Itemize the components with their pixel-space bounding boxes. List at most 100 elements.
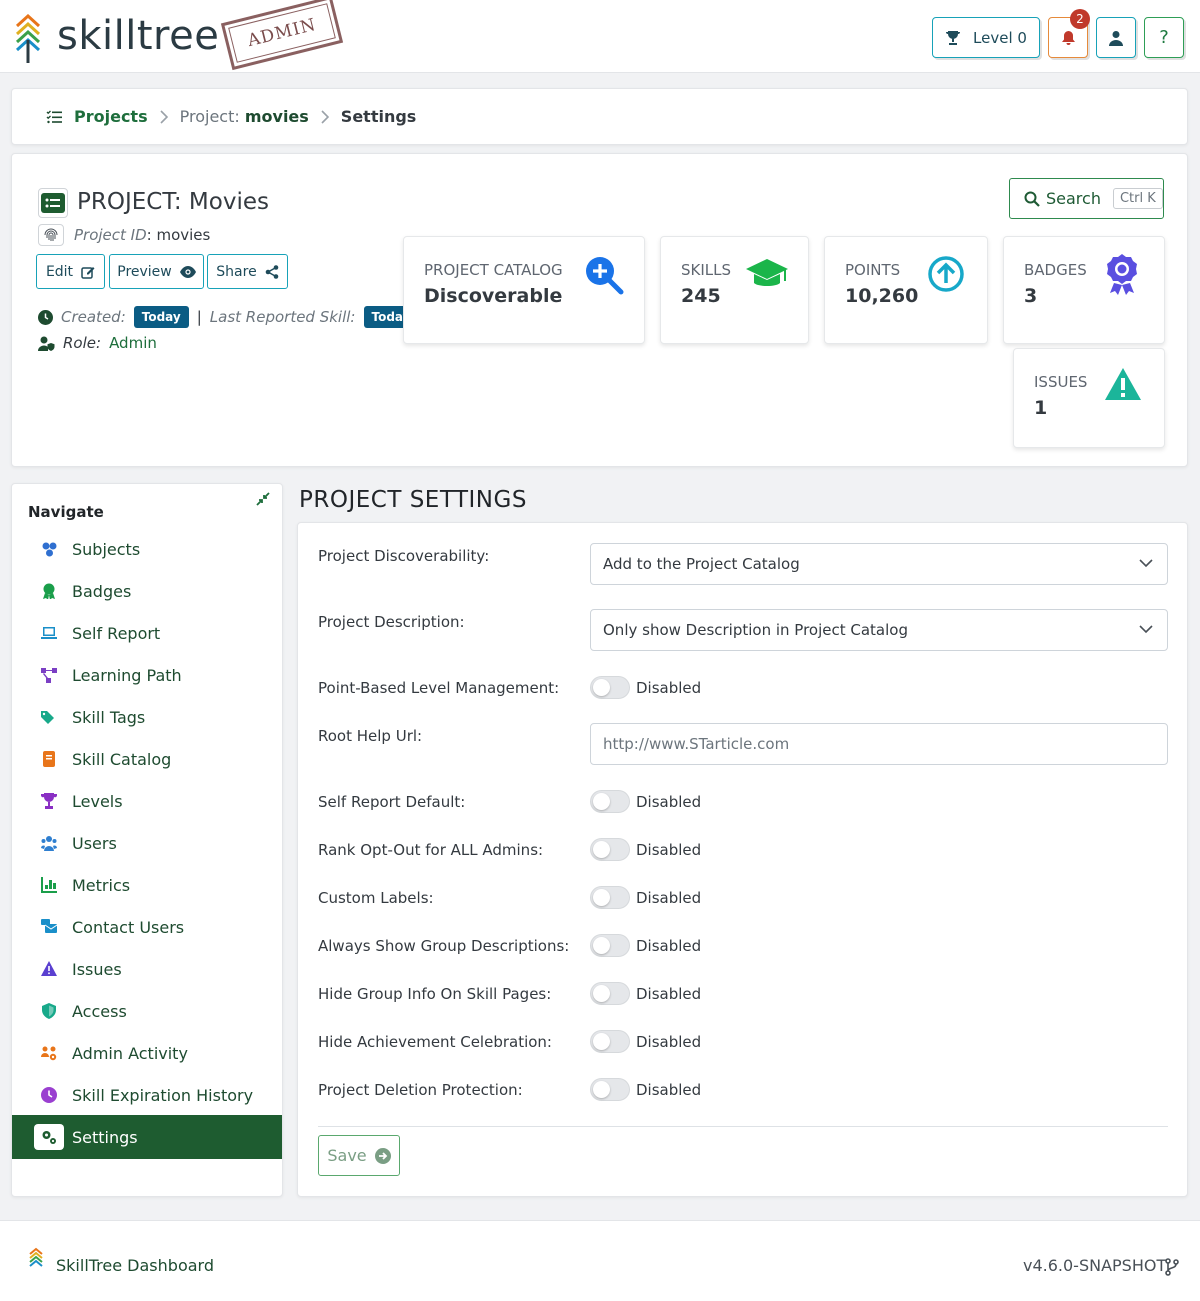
code-branch-icon (1165, 1258, 1179, 1276)
nav-item-settings[interactable]: Settings (12, 1115, 282, 1159)
collapse-icon[interactable] (256, 492, 270, 506)
chevron-right-icon (321, 109, 329, 124)
description-select[interactable]: Only show Description in Project Catalog (590, 609, 1168, 651)
description-label: Project Description: (318, 613, 465, 631)
nav-item-label: Badges (72, 581, 132, 601)
help-button[interactable]: ? (1144, 17, 1184, 58)
footer-app-name[interactable]: SkillTree Dashboard (56, 1256, 214, 1275)
edit-icon (81, 266, 95, 279)
skilltree-logo-icon[interactable] (14, 14, 42, 64)
nav-item-skill-expiration-history[interactable]: Skill Expiration History (12, 1074, 282, 1116)
toggle-switch[interactable] (590, 1078, 630, 1101)
hide-group-info-label: Hide Group Info On Skill Pages: (318, 985, 552, 1003)
nav-item-contact-users[interactable]: Contact Users (12, 906, 282, 948)
skilltree-logo-icon (29, 1247, 43, 1267)
breadcrumb-project-link[interactable]: Project: movies (180, 107, 309, 126)
project-title: PROJECT: Movies (77, 189, 269, 215)
toggle-switch[interactable] (590, 886, 630, 909)
stat-points[interactable]: POINTS 10,260 (824, 236, 988, 344)
always-show-group-toggle[interactable]: Disabled (590, 934, 701, 957)
description-value: Only show Description in Project Catalog (603, 621, 908, 639)
deletion-protection-toggle[interactable]: Disabled (590, 1078, 701, 1101)
mail-bulk-icon (40, 918, 58, 936)
search-shortcut: Ctrl K (1112, 188, 1163, 209)
nav-item-label: Skill Expiration History (72, 1085, 254, 1105)
meta-separator: | (196, 308, 202, 326)
nav-item-self-report[interactable]: Self Report (12, 612, 282, 654)
last-reported-label: Last Reported Skill: (209, 308, 356, 326)
stat-label: ISSUES (1034, 373, 1088, 391)
nav-item-access[interactable]: Access (12, 990, 282, 1032)
toggle-switch[interactable] (590, 790, 630, 813)
root-help-url-input[interactable]: http://www.STarticle.com (590, 723, 1168, 765)
preview-button[interactable]: Preview (109, 254, 204, 289)
users-cog-icon (40, 1044, 58, 1062)
project-id: Project ID: movies (38, 224, 210, 246)
project-dates: Created: Today | Last Reported Skill: To… (38, 306, 419, 328)
created-badge: Today (133, 306, 189, 328)
hide-celebration-label: Hide Achievement Celebration: (318, 1033, 552, 1051)
nav-item-label: Settings (72, 1127, 138, 1147)
nav-item-learning-path[interactable]: Learning Path (12, 654, 282, 696)
notifications-button[interactable]: 2 (1048, 9, 1090, 58)
logo-text[interactable]: skilltree (57, 13, 219, 59)
user-menu-button[interactable] (1096, 17, 1136, 58)
level-button[interactable]: Level 0 (932, 17, 1040, 58)
hide-celebration-toggle[interactable]: Disabled (590, 1030, 701, 1053)
discoverability-select[interactable]: Add to the Project Catalog (590, 543, 1168, 585)
breadcrumb-projects-link[interactable]: Projects (74, 107, 148, 126)
hide-group-info-toggle[interactable]: Disabled (590, 982, 701, 1005)
nav-item-badges[interactable]: Badges (12, 570, 282, 612)
custom-labels-toggle[interactable]: Disabled (590, 886, 701, 909)
self-report-default-toggle[interactable]: Disabled (590, 790, 701, 813)
rank-opt-out-toggle[interactable]: Disabled (590, 838, 701, 861)
toggle-switch[interactable] (590, 676, 630, 699)
nav-item-levels[interactable]: Levels (12, 780, 282, 822)
rank-opt-out-label: Rank Opt-Out for ALL Admins: (318, 841, 544, 859)
admin-stamp: ADMIN (220, 0, 344, 71)
stat-issues[interactable]: ISSUES 1 (1013, 348, 1165, 448)
search-button[interactable]: Search Ctrl K (1009, 178, 1164, 219)
nav-item-label: Self Report (72, 623, 161, 643)
warning-icon (40, 960, 58, 978)
nav-item-label: Issues (72, 959, 122, 979)
nav-item-admin-activity[interactable]: Admin Activity (12, 1032, 282, 1074)
navigation-panel: Navigate Subjects Badges Self Report Learni… (11, 483, 283, 1197)
nav-item-users[interactable]: Users (12, 822, 282, 864)
nav-item-metrics[interactable]: Metrics (12, 864, 282, 906)
share-button[interactable]: Share (207, 254, 288, 289)
toggle-switch[interactable] (590, 1030, 630, 1053)
share-icon (265, 264, 279, 279)
top-navbar: skilltree ADMIN Level 0 2 ? (0, 0, 1200, 73)
project-diagram-icon (40, 666, 58, 684)
stat-value: 245 (681, 285, 721, 307)
nav-item-subjects[interactable]: Subjects (12, 528, 282, 570)
point-based-toggle[interactable]: Disabled (590, 676, 701, 699)
stat-project-catalog[interactable]: PROJECT CATALOG Discoverable (403, 236, 645, 344)
project-list-icon (38, 188, 68, 218)
stat-label: PROJECT CATALOG (424, 261, 563, 279)
divider (318, 1126, 1168, 1127)
save-button[interactable]: Save (318, 1135, 400, 1176)
nav-item-label: Subjects (72, 539, 141, 559)
discoverability-label: Project Discoverability: (318, 547, 490, 565)
nav-item-skill-catalog[interactable]: Skill Catalog (12, 738, 282, 780)
stat-badges[interactable]: BADGES 3 (1003, 236, 1165, 344)
laptop-icon (40, 624, 58, 642)
toggle-switch[interactable] (590, 934, 630, 957)
edit-button[interactable]: Edit (36, 254, 105, 289)
nav-item-label: Access (72, 1001, 127, 1021)
book-icon (40, 750, 58, 768)
cogs-icon (34, 1124, 64, 1150)
user-icon (1109, 30, 1123, 46)
arrow-circle-right-icon (374, 1147, 391, 1164)
nav-item-label: Users (72, 833, 117, 853)
award-icon (1107, 254, 1137, 295)
nav-item-skill-tags[interactable]: Skill Tags (12, 696, 282, 738)
stat-skills[interactable]: SKILLS 245 (660, 236, 809, 344)
toggle-switch[interactable] (590, 982, 630, 1005)
nav-item-issues[interactable]: Issues (12, 948, 282, 990)
chevron-right-icon (160, 109, 168, 124)
search-icon (1024, 191, 1040, 207)
toggle-switch[interactable] (590, 838, 630, 861)
